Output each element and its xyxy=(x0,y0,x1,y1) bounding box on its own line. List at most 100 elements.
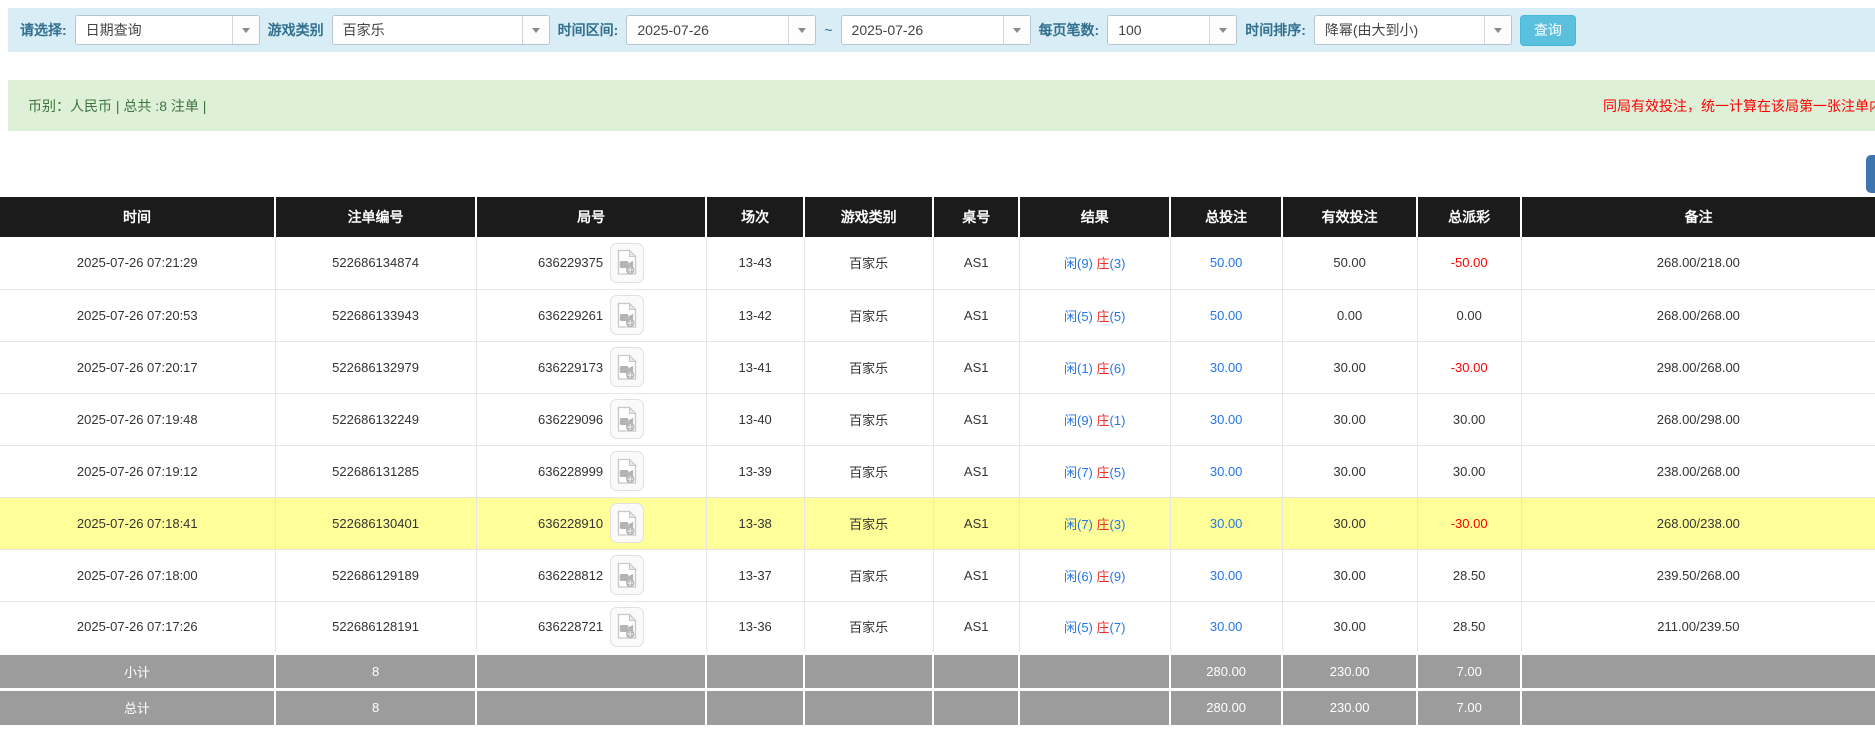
grandtotal-empty xyxy=(476,689,706,725)
video-replay-button[interactable] xyxy=(610,451,644,491)
banker-result: 庄 xyxy=(1097,517,1110,532)
round-cell: 636229261 xyxy=(476,289,706,341)
total-bet-cell[interactable]: 30.00 xyxy=(1170,497,1282,549)
chevron-down-icon[interactable] xyxy=(788,16,815,44)
video-icon xyxy=(616,406,638,433)
total-bet-cell[interactable]: 30.00 xyxy=(1170,445,1282,497)
grandtotal-row: 总计8280.00230.007.00 xyxy=(0,689,1875,725)
game-type-cell: 百家乐 xyxy=(804,237,933,289)
player-result: 闲(5) xyxy=(1064,309,1097,324)
grandtotal-empty xyxy=(1019,689,1170,725)
player-result: 闲(7) xyxy=(1064,465,1097,480)
bet-id-cell: 522686130401 xyxy=(275,497,476,549)
partial-blue-button[interactable] xyxy=(1866,155,1875,193)
table-no-cell: AS1 xyxy=(933,549,1019,601)
video-replay-button[interactable] xyxy=(610,347,644,387)
round-number: 636228999 xyxy=(538,464,603,479)
round-wrap: 636228721 xyxy=(538,607,644,647)
page-size-dropdown[interactable]: 100 xyxy=(1107,15,1237,45)
banker-points: (3) xyxy=(1110,517,1126,532)
round-wrap: 636229261 xyxy=(538,295,644,335)
video-replay-button[interactable] xyxy=(610,399,644,439)
date-from-value: 2025-07-26 xyxy=(627,16,788,44)
remark-cell: 238.00/268.00 xyxy=(1521,445,1875,497)
header-table-no: 桌号 xyxy=(933,197,1019,237)
game-type-cell: 百家乐 xyxy=(804,497,933,549)
table-no-cell: AS1 xyxy=(933,393,1019,445)
round-cell: 636228910 xyxy=(476,497,706,549)
grandtotal-total-bet: 280.00 xyxy=(1170,689,1282,725)
summary-bar: 币别：人民币 | 总共 :8 注单 | 同局有效投注，统一计算在该局第一张注单内 xyxy=(8,80,1875,131)
payout-cell: -50.00 xyxy=(1417,237,1521,289)
banker-result: 庄 xyxy=(1097,569,1110,584)
round-cell: 636229173 xyxy=(476,341,706,393)
date-to-picker[interactable]: 2025-07-26 xyxy=(841,15,1031,45)
round-wrap: 636229375 xyxy=(538,243,644,283)
video-replay-button[interactable] xyxy=(610,607,644,647)
table-row: 2025-07-26 07:21:29522686134874636229375… xyxy=(0,237,1875,289)
player-result: 闲(6) xyxy=(1064,569,1097,584)
video-replay-button[interactable] xyxy=(610,555,644,595)
remark-cell: 298.00/268.00 xyxy=(1521,341,1875,393)
video-icon xyxy=(616,613,638,640)
session-cell: 13-36 xyxy=(706,601,804,653)
total-bet-cell[interactable]: 30.00 xyxy=(1170,601,1282,653)
time-cell: 2025-07-26 07:20:53 xyxy=(0,289,275,341)
payout-cell: 28.50 xyxy=(1417,601,1521,653)
result-cell: 闲(9) 庄(3) xyxy=(1019,237,1170,289)
chevron-down-icon[interactable] xyxy=(522,16,549,44)
grandtotal-label: 总计 xyxy=(0,689,275,725)
game-type-dropdown[interactable]: 百家乐 xyxy=(332,15,550,45)
table-body: 2025-07-26 07:21:29522686134874636229375… xyxy=(0,237,1875,653)
chevron-down-icon[interactable] xyxy=(1209,16,1236,44)
time-sort-dropdown[interactable]: 降幂(由大到小) xyxy=(1314,15,1512,45)
session-cell: 13-41 xyxy=(706,341,804,393)
time-cell: 2025-07-26 07:19:12 xyxy=(0,445,275,497)
total-bet-cell[interactable]: 50.00 xyxy=(1170,289,1282,341)
game-type-value: 百家乐 xyxy=(333,16,522,44)
grandtotal-valid-bet: 230.00 xyxy=(1282,689,1417,725)
session-cell: 13-40 xyxy=(706,393,804,445)
table-no-cell: AS1 xyxy=(933,497,1019,549)
round-number: 636229261 xyxy=(538,308,603,323)
payout-cell: 0.00 xyxy=(1417,289,1521,341)
payout-cell: 30.00 xyxy=(1417,393,1521,445)
filter-toolbar: 请选择: 日期查询 游戏类别 百家乐 时间区间: 2025-07-26 ~ 20… xyxy=(8,8,1875,52)
round-number: 636229375 xyxy=(538,255,603,270)
time-cell: 2025-07-26 07:18:41 xyxy=(0,497,275,549)
query-type-dropdown[interactable]: 日期查询 xyxy=(75,15,260,45)
valid-bet-cell: 30.00 xyxy=(1282,445,1417,497)
bet-records-table: 时间注单编号局号场次游戏类别桌号结果总投注有效投注总派彩备注 2025-07-2… xyxy=(0,197,1875,725)
date-from-picker[interactable]: 2025-07-26 xyxy=(626,15,816,45)
game-type-cell: 百家乐 xyxy=(804,341,933,393)
round-wrap: 636228910 xyxy=(538,503,644,543)
table-no-cell: AS1 xyxy=(933,601,1019,653)
session-cell: 13-38 xyxy=(706,497,804,549)
table-row: 2025-07-26 07:18:00522686129189636228812… xyxy=(0,549,1875,601)
header-time: 时间 xyxy=(0,197,275,237)
subtotal-total-bet: 280.00 xyxy=(1170,653,1282,689)
video-replay-button[interactable] xyxy=(610,243,644,283)
total-bet-cell[interactable]: 30.00 xyxy=(1170,393,1282,445)
total-bet-cell[interactable]: 50.00 xyxy=(1170,237,1282,289)
time-cell: 2025-07-26 07:21:29 xyxy=(0,237,275,289)
total-bet-cell[interactable]: 30.00 xyxy=(1170,549,1282,601)
time-range-label: 时间区间: xyxy=(558,20,619,40)
chevron-down-icon[interactable] xyxy=(1484,16,1511,44)
query-button[interactable]: 查询 xyxy=(1520,15,1576,46)
subtotal-row: 小计8280.00230.007.00 xyxy=(0,653,1875,689)
table-row: 2025-07-26 07:19:48522686132249636229096… xyxy=(0,393,1875,445)
grandtotal-count: 8 xyxy=(275,689,476,725)
total-bet-cell[interactable]: 30.00 xyxy=(1170,341,1282,393)
time-cell: 2025-07-26 07:20:17 xyxy=(0,341,275,393)
chevron-down-icon[interactable] xyxy=(232,16,259,44)
remark-cell: 268.00/298.00 xyxy=(1521,393,1875,445)
header-bet-id: 注单编号 xyxy=(275,197,476,237)
video-replay-button[interactable] xyxy=(610,295,644,335)
game-type-cell: 百家乐 xyxy=(804,289,933,341)
payout-cell: -30.00 xyxy=(1417,341,1521,393)
chevron-down-icon[interactable] xyxy=(1003,16,1030,44)
banker-points: (9) xyxy=(1110,569,1126,584)
subtotal-valid-bet: 230.00 xyxy=(1282,653,1417,689)
video-replay-button[interactable] xyxy=(610,503,644,543)
